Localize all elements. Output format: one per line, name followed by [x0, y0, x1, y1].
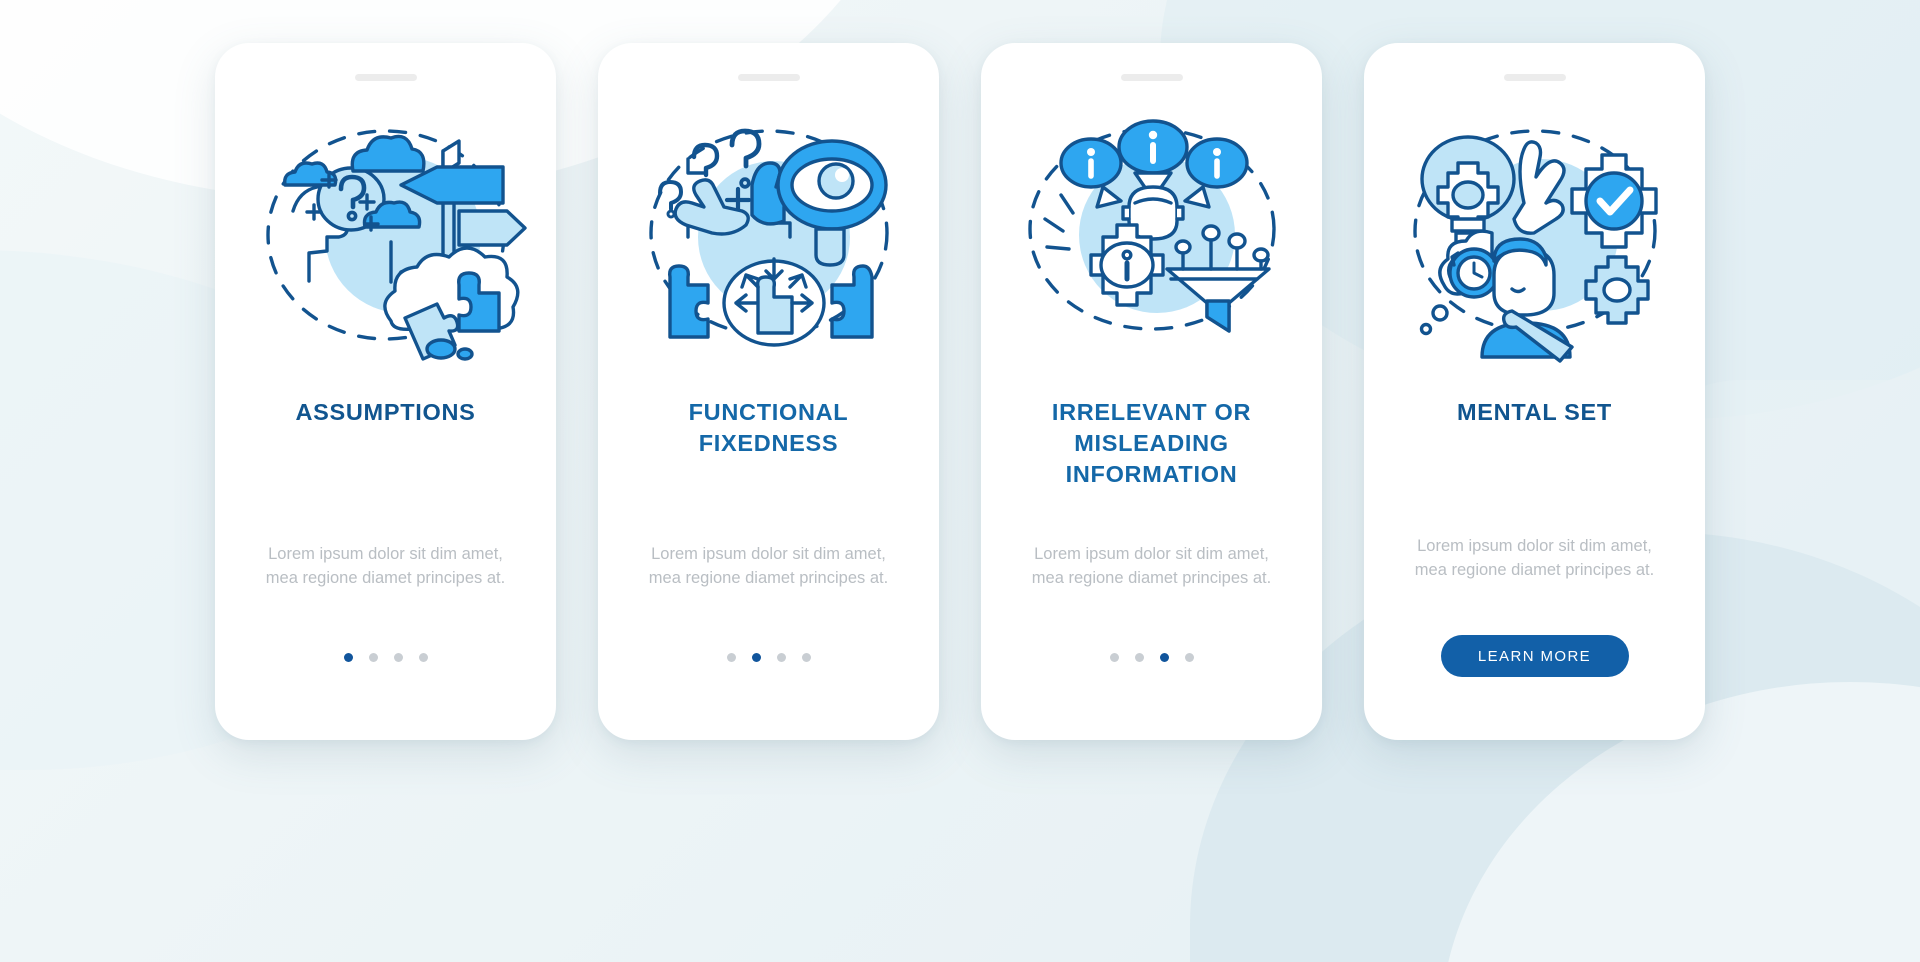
speaker-bar: [1120, 74, 1183, 81]
pagination-dots[interactable]: [1109, 652, 1194, 662]
phone-screen-functional-fixedness: FUNCTIONAL FIXEDNESS Lorem ipsum dolor s…: [598, 43, 939, 740]
page-title: ASSUMPTIONS: [241, 397, 531, 428]
pagination-dot-3[interactable]: [393, 652, 403, 662]
page-title: MENTAL SET: [1390, 397, 1680, 428]
pagination-dot-3[interactable]: [1159, 652, 1169, 662]
title-line: IRRELEVANT OR: [1051, 399, 1252, 425]
pagination-dot-2[interactable]: [1134, 652, 1144, 662]
pagination-dot-4[interactable]: [1184, 652, 1194, 662]
functional-fixedness-illustration: [648, 128, 889, 347]
pagination-dot-4[interactable]: [418, 652, 428, 662]
title-line: FIXEDNESS: [698, 430, 839, 456]
assumptions-illustration: [265, 129, 527, 361]
pagination-dot-1[interactable]: [343, 652, 353, 662]
phone-mockup-row: ASSUMPTIONS Lorem ipsum dolor sit dim am…: [0, 0, 1920, 962]
page-description: Lorem ipsum dolor sit dim amet, mea regi…: [1414, 537, 1655, 579]
mental-set-illustration: [1412, 129, 1658, 363]
speaker-bar: [1503, 74, 1566, 81]
page-description: Lorem ipsum dolor sit dim amet, mea regi…: [648, 545, 889, 587]
title-line: FUNCTIONAL: [688, 399, 849, 425]
title-line: ASSUMPTIONS: [295, 399, 476, 425]
irrelevant-information-illustration: [1027, 119, 1276, 333]
phone-screen-assumptions: ASSUMPTIONS Lorem ipsum dolor sit dim am…: [215, 43, 556, 740]
pagination-dots[interactable]: [343, 652, 428, 662]
page-description: Lorem ipsum dolor sit dim amet, mea regi…: [1031, 545, 1272, 587]
title-line: INFORMATION: [1065, 461, 1238, 487]
pagination-dot-2[interactable]: [751, 652, 761, 662]
pagination-dot-3[interactable]: [776, 652, 786, 662]
pagination-dot-4[interactable]: [801, 652, 811, 662]
phone-screen-irrelevant-information: IRRELEVANT OR MISLEADING INFORMATION Lor…: [981, 43, 1322, 740]
learn-more-button[interactable]: LEARN MORE: [1440, 635, 1629, 677]
page-description: Lorem ipsum dolor sit dim amet, mea regi…: [265, 545, 506, 587]
phone-screen-mental-set: MENTAL SET Lorem ipsum dolor sit dim ame…: [1364, 43, 1705, 740]
pagination-dot-1[interactable]: [726, 652, 736, 662]
pagination-dot-1[interactable]: [1109, 652, 1119, 662]
speaker-bar: [354, 74, 417, 81]
page-title: IRRELEVANT OR MISLEADING INFORMATION: [1007, 397, 1297, 490]
title-line: MENTAL SET: [1457, 399, 1612, 425]
onboarding-screens-canvas: ASSUMPTIONS Lorem ipsum dolor sit dim am…: [0, 0, 1920, 962]
title-line: MISLEADING: [1074, 430, 1229, 456]
page-title: FUNCTIONAL FIXEDNESS: [624, 397, 914, 459]
pagination-dots[interactable]: [726, 652, 811, 662]
speaker-bar: [737, 74, 800, 81]
pagination-dot-2[interactable]: [368, 652, 378, 662]
